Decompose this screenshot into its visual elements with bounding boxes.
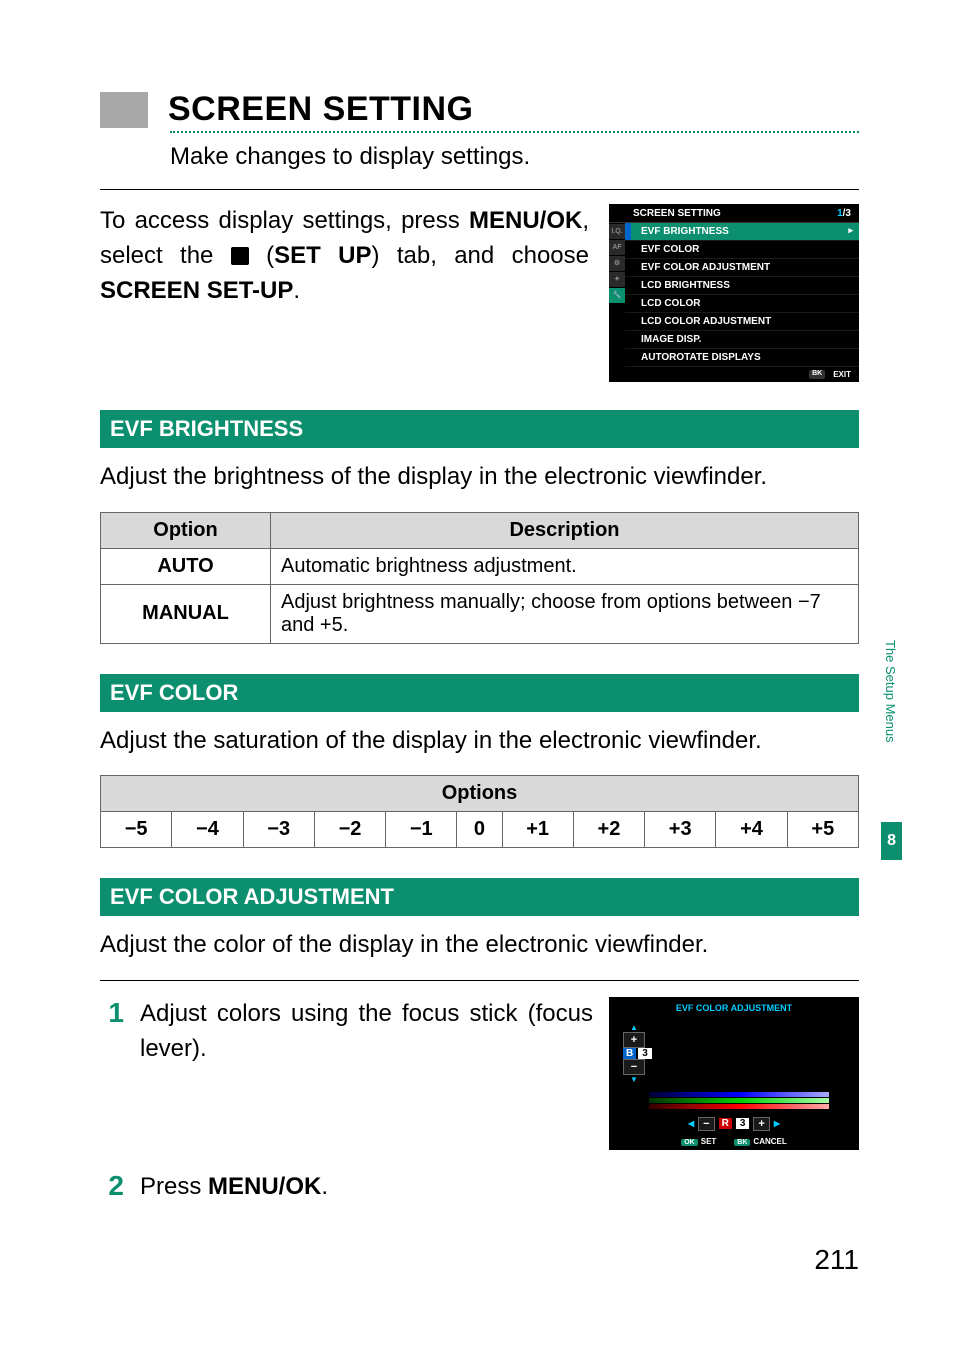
table-row: AUTO Automatic brightness adjustment. xyxy=(101,548,859,584)
intro-menuok: MENU/OK xyxy=(469,207,582,234)
section-desc: Adjust the brightness of the display in … xyxy=(100,460,859,494)
menu-footer-exit: EXIT xyxy=(833,370,851,379)
arrow-right-icon: ▶ xyxy=(774,1119,780,1128)
menu-item: LCD BRIGHTNESS xyxy=(625,277,859,295)
menu-tab: I.Q. xyxy=(609,224,625,240)
opt-name: MANUAL xyxy=(101,584,271,643)
ok-badge-icon: OK xyxy=(681,1139,698,1146)
range-cell: −3 xyxy=(243,812,314,848)
section-heading-evf-color: EVF COLOR xyxy=(100,674,859,712)
th-options: Options xyxy=(101,776,859,812)
step-number-1: 1 xyxy=(100,997,124,1029)
menu-tab-selected: 🔧 xyxy=(609,288,625,304)
adjustment-screenshot: EVF COLOR ADJUSTMENT ▲ + B3 − ▼ ◀ − R3 +… xyxy=(609,997,859,1150)
plus-box: + xyxy=(753,1117,769,1131)
range-cell: −2 xyxy=(314,812,385,848)
back-badge-icon: BK xyxy=(809,370,825,379)
section-desc: Adjust the saturation of the display in … xyxy=(100,724,859,758)
page-title: SCREEN SETTING xyxy=(168,90,473,129)
intro-screen-setup: SCREEN SET-UP xyxy=(100,277,293,304)
range-table: Options −5 −4 −3 −2 −1 0 +1 +2 +3 +4 +5 xyxy=(100,775,859,848)
step-2-text: Press MENU/OK. xyxy=(140,1170,859,1205)
divider xyxy=(100,189,859,190)
range-cell: +1 xyxy=(502,812,573,848)
title-underline xyxy=(170,131,859,133)
range-row: −5 −4 −3 −2 −1 0 +1 +2 +3 +4 +5 xyxy=(101,812,859,848)
menu-item: LCD COLOR ADJUSTMENT xyxy=(625,313,859,331)
step2-a: Press xyxy=(140,1173,208,1200)
page-subtitle: Make changes to display settings. xyxy=(170,143,859,171)
step-number-2: 2 xyxy=(100,1170,124,1202)
h-value: 3 xyxy=(736,1118,750,1129)
menu-screenshot: SCREEN SETTING 1/3 I.Q. AF ⚙ ✦ 🔧 EVF BRI… xyxy=(609,204,859,382)
th-description: Description xyxy=(271,512,859,548)
h-label: R xyxy=(719,1118,732,1129)
arrow-down-icon: ▼ xyxy=(623,1075,645,1084)
menu-tab: AF xyxy=(609,240,625,256)
back-badge-icon: BK xyxy=(734,1139,750,1146)
page-number: 211 xyxy=(814,1244,859,1276)
range-cell: −1 xyxy=(386,812,457,848)
menu-tab: ✦ xyxy=(609,272,625,288)
side-tab-label: The Setup Menus xyxy=(883,640,898,743)
wrench-icon xyxy=(231,247,249,265)
menu-item: EVF COLOR xyxy=(625,241,859,259)
arrow-left-icon: ◀ xyxy=(688,1119,694,1128)
plus-box: + xyxy=(623,1032,645,1048)
side-chapter-badge: 8 xyxy=(881,822,902,860)
step2-menuok: MENU/OK xyxy=(208,1173,321,1200)
section-heading-evf-brightness: EVF BRIGHTNESS xyxy=(100,410,859,448)
intro-setup-tab: SET UP xyxy=(274,242,371,269)
divider xyxy=(100,980,859,981)
range-cell: −4 xyxy=(172,812,243,848)
adj-set: SET xyxy=(701,1137,717,1146)
v-value: 3 xyxy=(638,1048,652,1059)
arrow-up-icon: ▲ xyxy=(623,1023,645,1032)
range-cell: +4 xyxy=(716,812,787,848)
adj-cancel: CANCEL xyxy=(753,1137,786,1146)
menu-tab-strip: I.Q. AF ⚙ ✦ 🔧 xyxy=(609,224,625,304)
intro-paragraph: To access display settings, press MENU/O… xyxy=(100,204,589,308)
intro-text-1: To access display settings, press xyxy=(100,207,469,234)
th-option: Option xyxy=(101,512,271,548)
opt-desc: Adjust brightness manually; choose from … xyxy=(271,584,859,643)
intro-period: . xyxy=(293,277,300,304)
color-bars xyxy=(649,1092,849,1109)
range-cell: +5 xyxy=(787,812,858,848)
range-cell: 0 xyxy=(457,812,502,848)
menu-item-active: EVF BRIGHTNESS xyxy=(625,223,859,241)
menu-page-total: /3 xyxy=(843,208,851,219)
intro-text-3: ) tab, and choose xyxy=(371,242,589,269)
title-decor-box xyxy=(100,92,148,128)
menu-tab: ⚙ xyxy=(609,256,625,272)
opt-desc: Automatic brightness adjustment. xyxy=(271,548,859,584)
v-label: B xyxy=(623,1048,636,1059)
table-row: MANUAL Adjust brightness manually; choos… xyxy=(101,584,859,643)
adj-title: EVF COLOR ADJUSTMENT xyxy=(619,1003,849,1013)
section-heading-evf-color-adj: EVF COLOR ADJUSTMENT xyxy=(100,878,859,916)
menu-item: AUTOROTATE DISPLAYS xyxy=(625,349,859,367)
menu-header-title: SCREEN SETTING xyxy=(633,208,721,219)
minus-box: − xyxy=(698,1117,714,1131)
menu-item: LCD COLOR xyxy=(625,295,859,313)
range-cell: +3 xyxy=(645,812,716,848)
range-cell: −5 xyxy=(101,812,172,848)
options-table: Option Description AUTO Automatic bright… xyxy=(100,512,859,644)
menu-item: IMAGE DISP. xyxy=(625,331,859,349)
opt-name: AUTO xyxy=(101,548,271,584)
minus-box: − xyxy=(623,1059,645,1075)
step2-c: . xyxy=(321,1173,328,1200)
menu-item: EVF COLOR ADJUSTMENT xyxy=(625,259,859,277)
range-cell: +2 xyxy=(573,812,644,848)
section-desc: Adjust the color of the display in the e… xyxy=(100,928,859,962)
step-1-text: Adjust colors using the focus stick (foc… xyxy=(140,997,593,1067)
